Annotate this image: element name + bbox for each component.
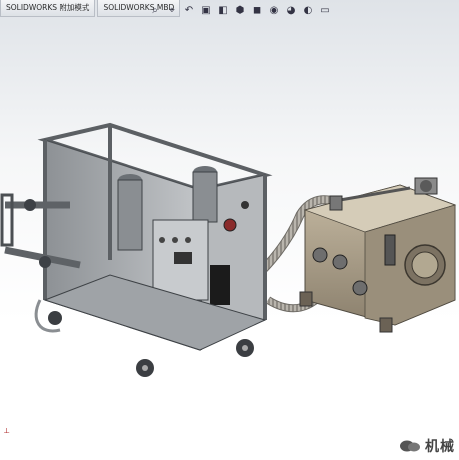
previous-view-icon[interactable]: ↶ bbox=[182, 3, 196, 17]
zoom-fit-icon[interactable]: ⌕ bbox=[148, 3, 162, 17]
edit-appearance-icon[interactable]: ◕ bbox=[284, 3, 298, 17]
dynamic-annotation-icon[interactable]: ◧ bbox=[216, 3, 230, 17]
cad-model-view[interactable] bbox=[0, 0, 459, 460]
view-triad: ⟂ bbox=[4, 426, 10, 435]
hide-show-items-icon[interactable]: ◉ bbox=[267, 3, 281, 17]
view-settings-icon[interactable]: ▭ bbox=[318, 3, 332, 17]
filtration-cart bbox=[0, 122, 273, 377]
apply-scene-icon[interactable]: ◐ bbox=[301, 3, 315, 17]
watermark: 机械 bbox=[399, 436, 455, 456]
tab-solidworks-addins[interactable]: SOLIDWORKS 附加模式 bbox=[0, 0, 96, 17]
heads-up-view-toolbar: ⌕ ⌖ ↶ ▣ ◧ ⬢ ◼ ◉ ◕ ◐ ▭ bbox=[148, 3, 332, 19]
display-style-icon[interactable]: ◼ bbox=[250, 3, 264, 17]
graphics-area[interactable]: SOLIDWORKS 附加模式 SOLIDWORKS MBD ⌕ ⌖ ↶ ▣ ◧ ⬢ ◼ ◉ ◕… bbox=[0, 0, 459, 460]
view-orientation-icon[interactable]: ⬢ bbox=[233, 3, 247, 17]
section-view-icon[interactable]: ▣ bbox=[199, 3, 213, 17]
watermark-text: 机械 bbox=[425, 439, 455, 455]
zoom-area-icon[interactable]: ⌖ bbox=[165, 3, 179, 17]
wechat-icon bbox=[400, 440, 420, 452]
